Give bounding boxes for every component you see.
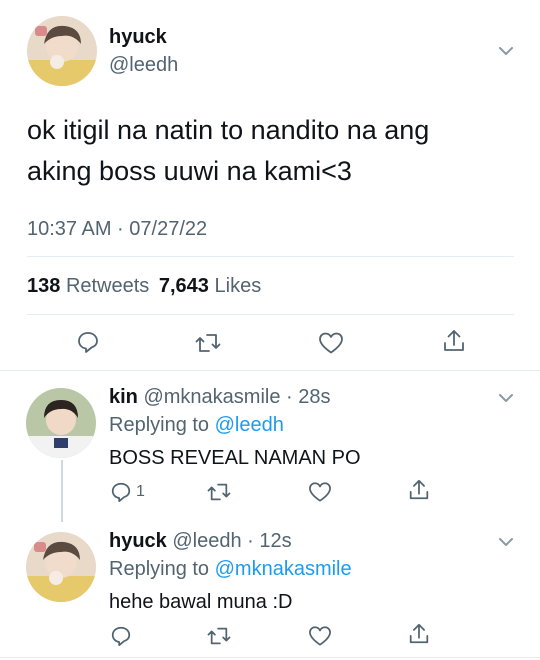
main-tweet-avatar[interactable] (27, 16, 97, 86)
engagement-stats: 138 Retweets 7,643 Likes (27, 275, 261, 298)
reply-handle-time[interactable]: @mknakasmile · 28s (143, 386, 330, 408)
chevron-down-icon[interactable] (496, 532, 516, 552)
replying-to-line: Replying to @leedh (109, 414, 284, 437)
share-icon[interactable] (407, 622, 431, 646)
reply-count[interactable]: 1 (136, 483, 145, 501)
replying-to-mention[interactable]: @leedh (215, 414, 284, 436)
share-icon[interactable] (441, 328, 467, 354)
chevron-down-icon[interactable] (496, 388, 516, 408)
retweets-label[interactable]: Retweets (66, 275, 149, 297)
replying-to-line: Replying to @mknakasmile (109, 558, 352, 581)
main-tweet-text-line-1: ok itigil na natin to nandito na ang (27, 115, 430, 145)
like-icon[interactable] (308, 625, 332, 647)
like-icon[interactable] (308, 481, 332, 503)
reply-header: hyuck @leedh · 12s (109, 530, 292, 553)
reply-text: hehe bawal muna :D (109, 591, 293, 613)
reply-display-name[interactable]: kin (109, 386, 138, 408)
replying-to-prefix: Replying to (109, 414, 210, 436)
reply-thread-line (61, 460, 63, 522)
reply-text: BOSS REVEAL NAMAN PO (109, 447, 361, 469)
share-icon[interactable] (407, 478, 431, 502)
reply-avatar[interactable] (26, 532, 96, 602)
main-tweet-timestamp[interactable]: 10:37 AM · 07/27/22 (27, 218, 207, 241)
retweets-count[interactable]: 138 (27, 275, 60, 297)
likes-label[interactable]: Likes (215, 275, 262, 297)
main-tweet-text-line-2: aking boss uuwi na kami<3 (27, 156, 352, 186)
reply-display-name[interactable]: hyuck (109, 530, 167, 552)
reply-icon[interactable] (110, 481, 132, 503)
main-tweet-handle[interactable]: @leedh (109, 54, 178, 77)
chevron-down-icon[interactable] (496, 41, 516, 61)
main-tweet-display-name[interactable]: hyuck (109, 26, 167, 49)
replying-to-mention[interactable]: @mknakasmile (215, 558, 352, 580)
likes-count[interactable]: 7,643 (159, 275, 209, 297)
reply-header: kin @mknakasmile · 28s (109, 386, 331, 409)
reply-avatar[interactable] (26, 388, 96, 458)
reply-icon[interactable] (110, 625, 132, 647)
replying-to-prefix: Replying to (109, 558, 210, 580)
reply-handle-time[interactable]: @leedh · 12s (172, 530, 291, 552)
like-icon[interactable] (318, 331, 344, 355)
reply-icon[interactable] (76, 330, 100, 354)
retweet-icon[interactable] (207, 481, 231, 503)
retweet-icon[interactable] (207, 625, 231, 647)
retweet-icon[interactable] (195, 331, 221, 355)
